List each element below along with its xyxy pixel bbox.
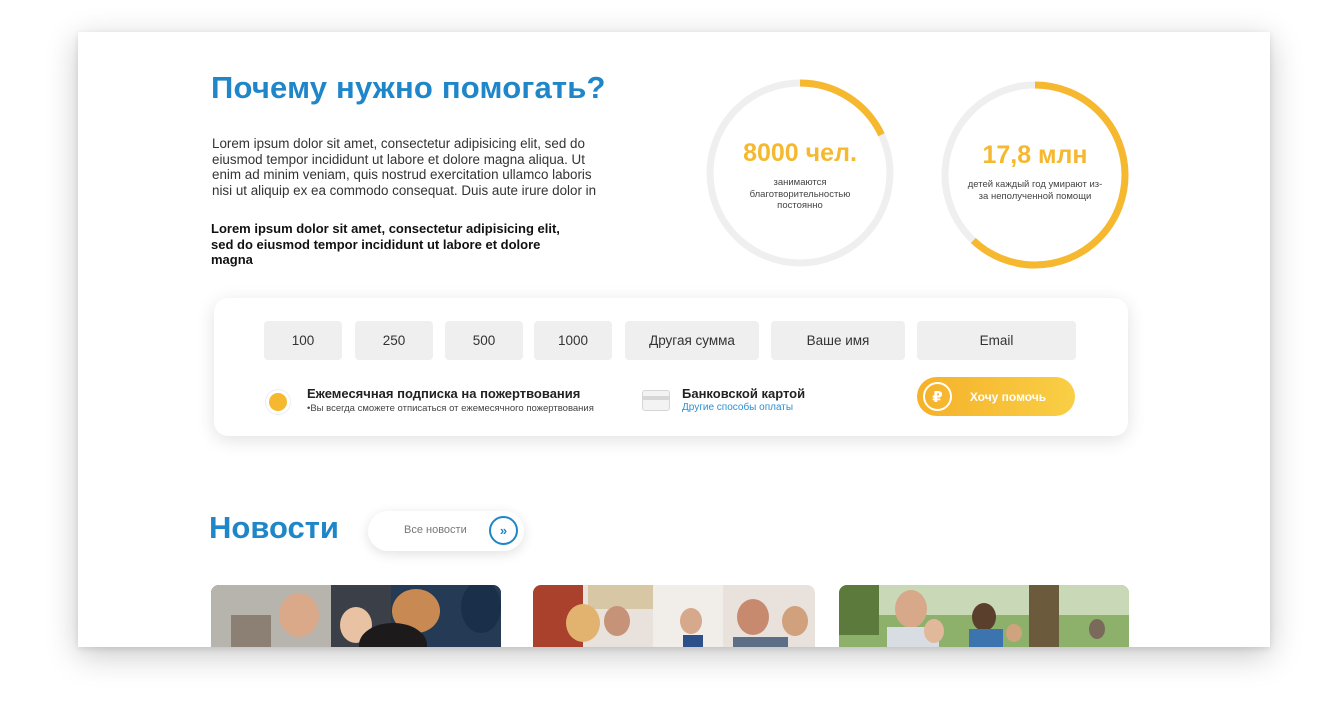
credit-card-icon <box>642 390 670 411</box>
amount-option-500[interactable]: 500 <box>445 321 523 360</box>
news-photo-3-image <box>839 585 1129 647</box>
donation-form: 100 250 500 1000 Другая сумма Ваше имя E… <box>214 298 1128 436</box>
why-help-title: Почему нужно помогать? <box>211 70 606 105</box>
news-photo-1-image <box>211 585 501 647</box>
news-photo-1[interactable] <box>211 585 501 647</box>
why-help-text: Lorem ipsum dolor sit amet, consectetur … <box>212 136 597 198</box>
stat-people-ring <box>706 79 894 267</box>
page: Почему нужно помогать? Lorem ipsum dolor… <box>78 32 1270 647</box>
all-news-button[interactable]: Все новости » <box>368 511 524 551</box>
email-input[interactable]: Email <box>917 321 1076 360</box>
stat-children-ring <box>941 81 1129 269</box>
amount-option-1000[interactable]: 1000 <box>534 321 612 360</box>
news-photo-2-image <box>533 585 815 647</box>
name-input[interactable]: Ваше имя <box>771 321 905 360</box>
amount-option-250[interactable]: 250 <box>355 321 433 360</box>
help-button-label: Хочу помочь <box>969 389 1047 404</box>
stat-children: 17,8 млн детей каждый год умирают из-за … <box>937 77 1133 273</box>
other-payment-methods-link[interactable]: Другие способы оплаты <box>682 402 793 413</box>
news-title: Новости <box>209 510 339 545</box>
subscription-note: •Вы всегда сможете отписаться от ежемеся… <box>307 403 594 414</box>
stat-children-description: детей каждый год умирают из-за неполучен… <box>967 179 1103 202</box>
news-photo-2[interactable] <box>533 585 815 647</box>
why-help-bold-text: Lorem ipsum dolor sit amet, consectetur … <box>211 221 560 268</box>
stat-children-value: 17,8 млн <box>982 141 1088 169</box>
stat-people-description: занимаются благотворительностью постоянн… <box>749 177 851 211</box>
stat-people: 8000 чел. занимаются благотворительность… <box>702 75 898 271</box>
stat-people-value: 8000 чел. <box>743 139 857 167</box>
payment-method-label: Банковской картой <box>682 386 806 401</box>
ruble-icon: ₽ <box>923 382 952 411</box>
double-chevron-right-icon: » <box>489 516 518 545</box>
help-button[interactable]: ₽ Хочу помочь <box>917 377 1075 416</box>
subscription-label: Ежемесячная подписка на пожертвования <box>307 386 581 401</box>
amount-option-100[interactable]: 100 <box>264 321 342 360</box>
news-photo-3[interactable] <box>839 585 1129 647</box>
subscription-radio[interactable] <box>269 393 287 411</box>
other-amount-input[interactable]: Другая сумма <box>625 321 759 360</box>
all-news-label: Все новости <box>404 524 467 536</box>
